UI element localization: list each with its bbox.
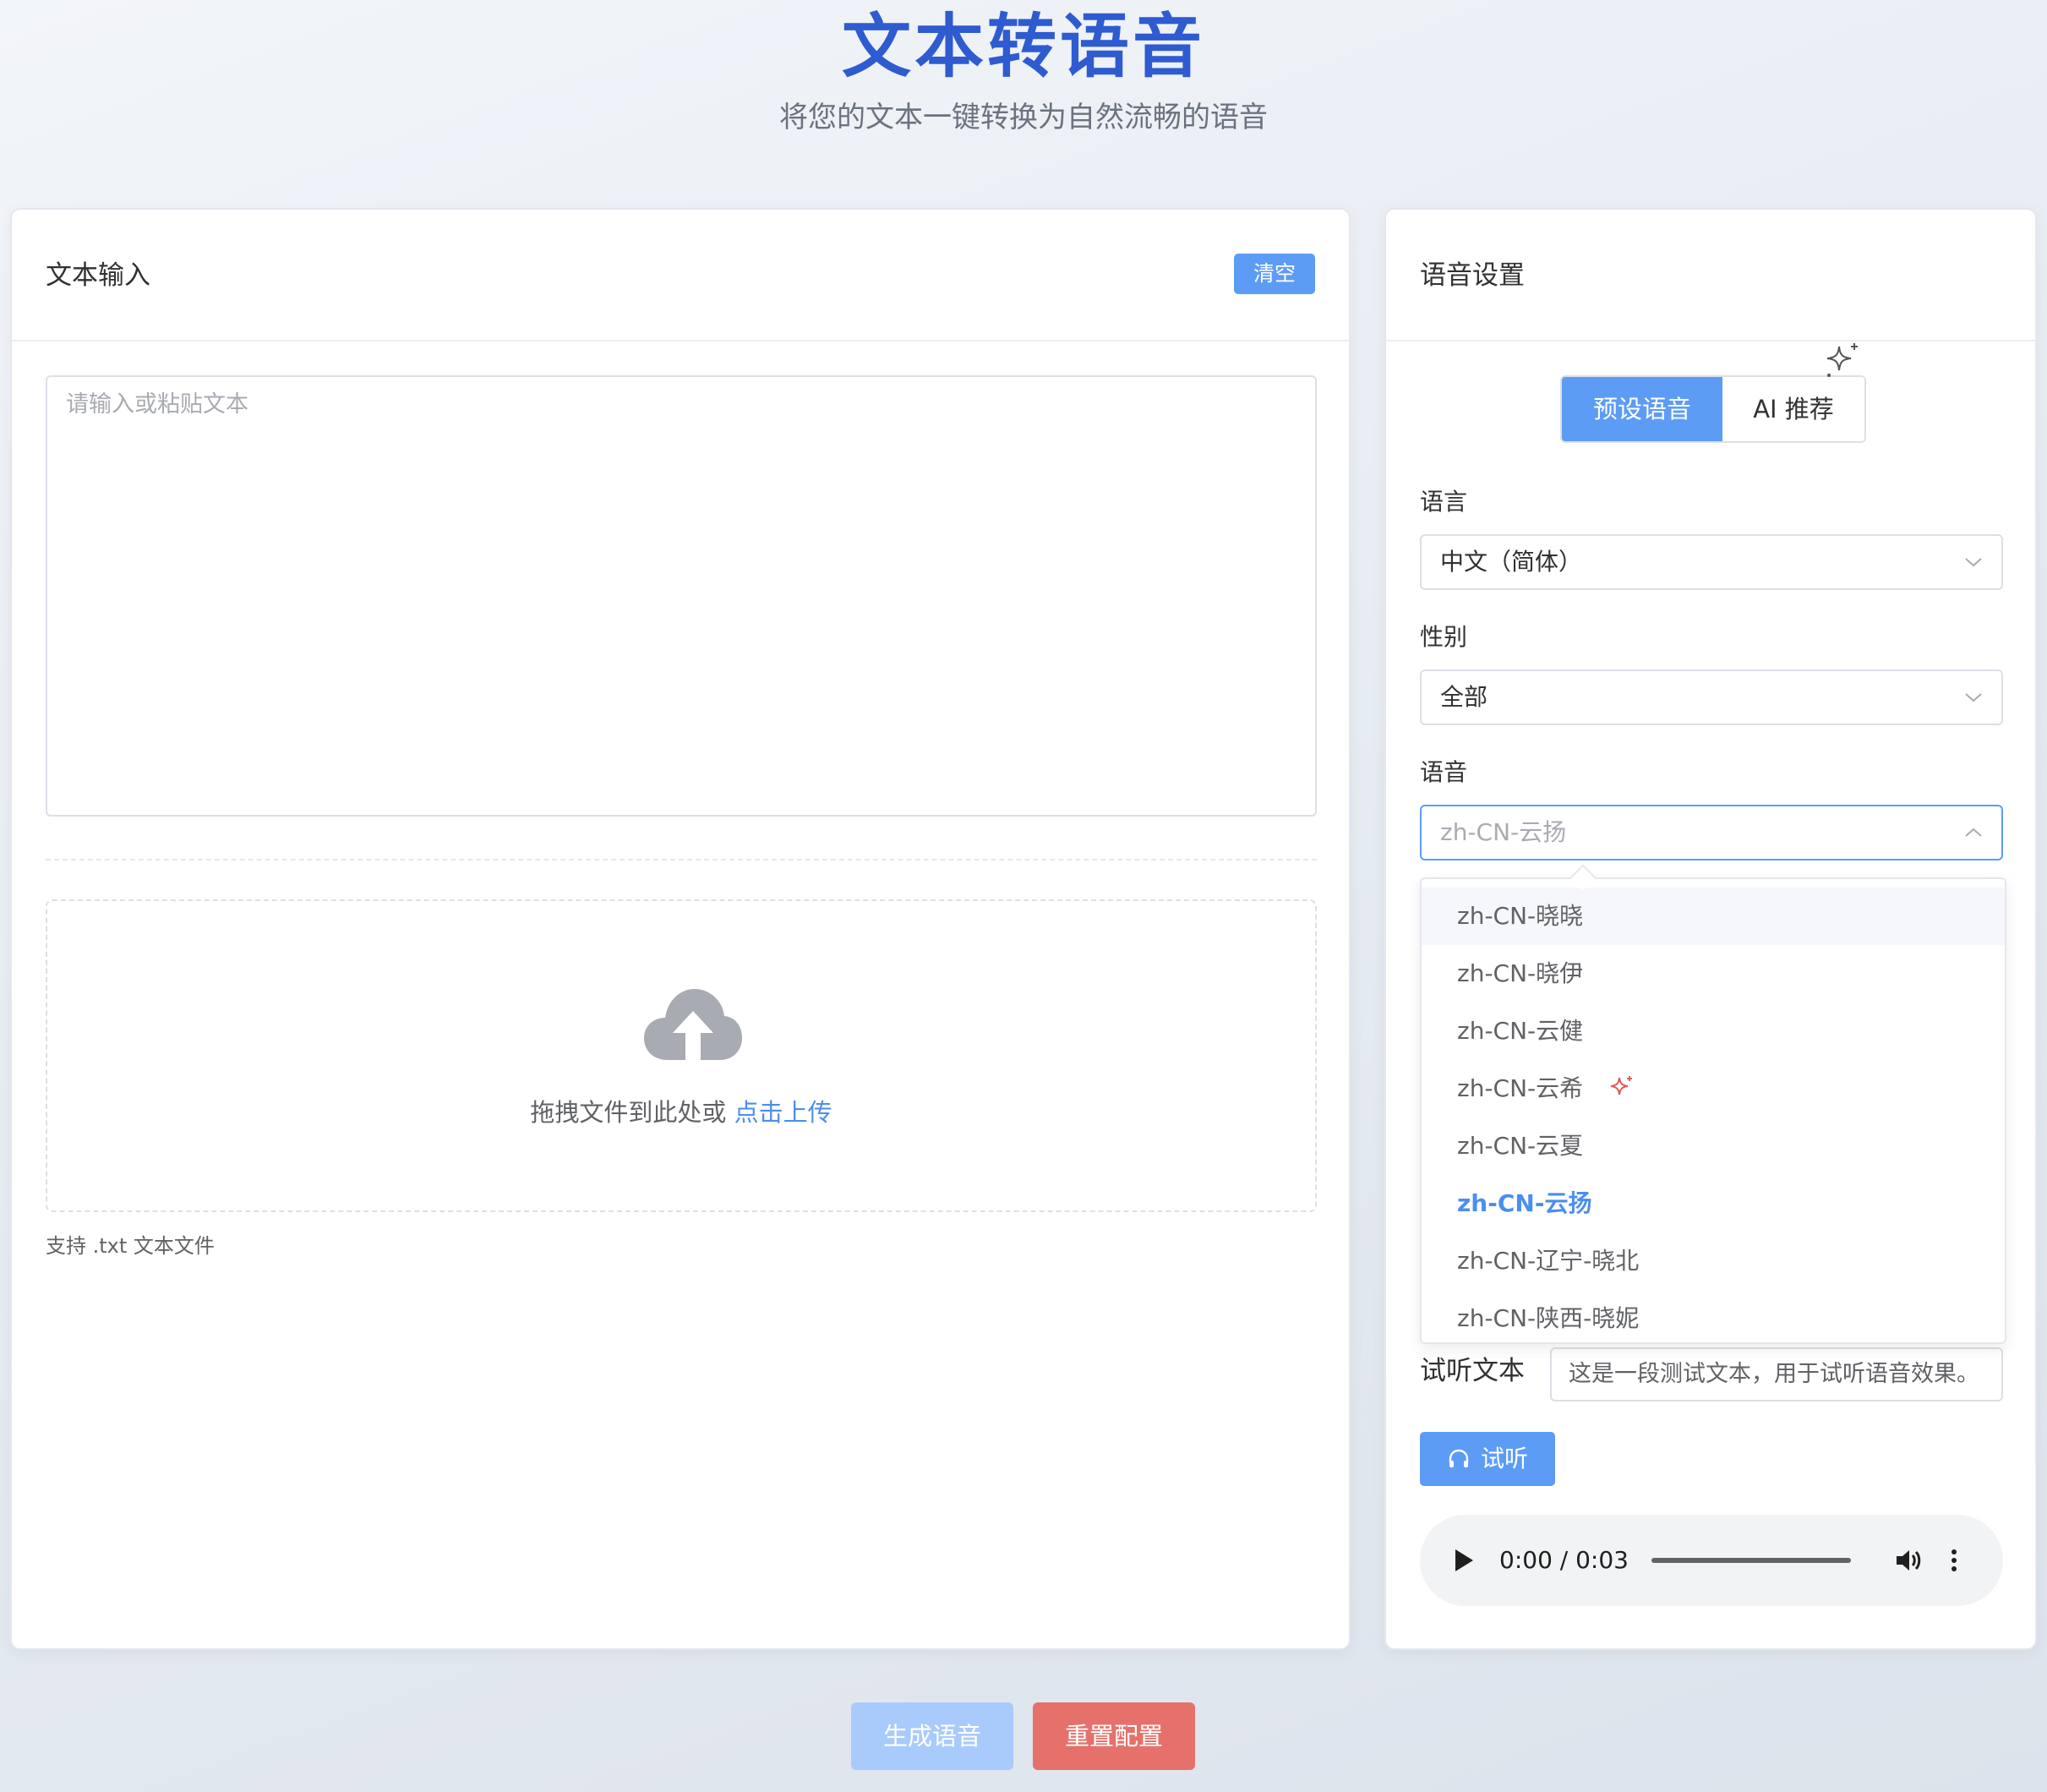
preview-text-label: 试听文本 — [1420, 1356, 1525, 1386]
generate-speech-button[interactable]: 生成语音 — [851, 1702, 1013, 1770]
text-input-header: 文本输入 清空 — [12, 210, 1349, 341]
upload-hint: 支持 .txt 文本文件 — [46, 1234, 215, 1258]
voice-label: 语音 — [1420, 758, 1468, 786]
headphones-icon — [1449, 1449, 1469, 1467]
sparkle-icon — [1826, 343, 1858, 377]
page-subtitle: 将您的文本一键转换为自然流畅的语音 — [779, 101, 1268, 134]
voice-option[interactable]: zh-CN-晓伊 — [1422, 945, 2005, 1003]
preview-text-input[interactable]: 这是一段测试文本，用于试听语音效果。 — [1550, 1347, 2003, 1401]
upload-prompt: 拖拽文件到此处或 点击上传 — [47, 1095, 1315, 1129]
voice-option-label: zh-CN-云希 — [1457, 1074, 1584, 1102]
cloud-upload-icon — [644, 989, 742, 1062]
listen-button-label: 试听 — [1480, 1445, 1528, 1472]
voice-mode-tabs: 预设语音 AI 推荐 — [1560, 343, 1866, 443]
more-vertical-icon[interactable] — [1947, 1545, 1961, 1576]
language-label: 语言 — [1420, 488, 1468, 516]
audio-progress-track[interactable] — [1651, 1558, 1851, 1563]
text-input-title: 文本输入 — [46, 260, 150, 291]
audio-player: 0:00 / 0:03 — [1420, 1515, 2003, 1606]
voice-dropdown: zh-CN-晓晓 zh-CN-晓伊 zh-CN-云健 zh-CN-云希 zh-C… — [1420, 877, 2006, 1344]
audio-time: 0:00 / 0:03 — [1499, 1546, 1629, 1574]
voice-option-selected[interactable]: zh-CN-云扬 — [1422, 1175, 2005, 1232]
page-title: 文本转语音 — [841, 7, 1205, 87]
gender-select-value: 全部 — [1440, 683, 1488, 711]
chevron-down-icon — [1965, 558, 1982, 567]
gender-label: 性别 — [1420, 623, 1468, 651]
voice-select[interactable]: zh-CN-云扬 — [1420, 805, 2003, 860]
voice-select-placeholder: zh-CN-云扬 — [1440, 818, 1567, 846]
chevron-down-icon — [1965, 693, 1982, 702]
voice-option[interactable]: zh-CN-云希 — [1422, 1060, 2005, 1117]
language-select-value: 中文（简体） — [1440, 548, 1583, 576]
text-input-card: 文本输入 清空 拖拽文件到此处或 点击上传 支持 .txt 文本文件 — [10, 208, 1351, 1650]
voice-option[interactable]: zh-CN-云夏 — [1422, 1117, 2005, 1175]
play-icon[interactable] — [1452, 1547, 1476, 1574]
clear-button[interactable]: 清空 — [1234, 254, 1315, 294]
sparkle-icon — [1610, 1076, 1633, 1095]
volume-icon[interactable] — [1893, 1545, 1924, 1576]
divider — [46, 859, 1317, 860]
voice-option[interactable]: zh-CN-晓晓 — [1422, 888, 2005, 945]
voice-option[interactable]: zh-CN-陕西-晓妮 — [1422, 1290, 2005, 1342]
upload-dropzone[interactable]: 拖拽文件到此处或 点击上传 — [46, 899, 1317, 1212]
gender-select[interactable]: 全部 — [1420, 669, 2003, 725]
listen-button[interactable]: 试听 — [1420, 1432, 1555, 1486]
upload-prompt-text: 拖拽文件到此处或 — [530, 1098, 734, 1127]
voice-settings-header: 语音设置 — [1386, 210, 2035, 341]
tab-ai-recommend-label: AI 推荐 — [1753, 395, 1834, 423]
text-input-area[interactable] — [46, 375, 1317, 817]
voice-settings-title: 语音设置 — [1420, 260, 1525, 291]
language-select[interactable]: 中文（简体） — [1420, 534, 2003, 590]
voice-option[interactable]: zh-CN-云健 — [1422, 1003, 2005, 1060]
chevron-up-icon — [1965, 828, 1982, 837]
voice-option[interactable]: zh-CN-辽宁-晓北 — [1422, 1232, 2005, 1290]
upload-link[interactable]: 点击上传 — [734, 1098, 832, 1127]
tab-ai-recommend[interactable]: AI 推荐 — [1722, 343, 1864, 441]
reset-config-button[interactable]: 重置配置 — [1033, 1702, 1195, 1770]
tab-preset-voice[interactable]: 预设语音 — [1562, 377, 1722, 441]
